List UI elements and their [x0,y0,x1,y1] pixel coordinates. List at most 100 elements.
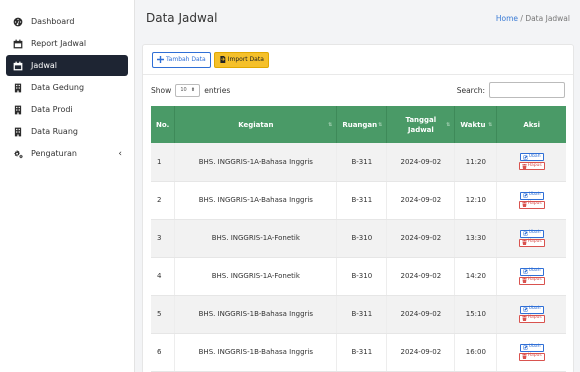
cell-no: 6 [151,333,176,372]
trash-icon [521,354,527,359]
schedule-table: No. Kegiatan ⇅ Ruangan ⇅ Tanggal Jadwal ⇅ Wa… [151,106,566,372]
cell-waktu: 14:20 [454,257,498,296]
header-label: Jadwal [407,125,434,134]
calendar-icon [12,38,24,50]
edit-label: Ubah [528,268,541,274]
column-header-tanggal-jadwal[interactable]: Tanggal Jadwal ⇅ [386,106,456,143]
sidebar-item-report-jadwal[interactable]: Report Jadwal [6,33,128,54]
cell-kegiatan: BHS. INGGRIS-1B-Bahasa Inggris [174,333,338,372]
delete-button[interactable]: Hapus [518,238,545,247]
file-import-icon [220,56,226,63]
main-content: Data Jadwal Home / Data Jadwal Tambah Da… [136,0,580,372]
cell-kegiatan: BHS. INGGRIS-1A-Bahasa Inggris [174,181,338,220]
sidebar-item-data-ruang[interactable]: Data Ruang [6,121,128,142]
cell-no: 3 [151,219,176,258]
cell-ruangan: B-311 [336,333,388,372]
delete-label: Hapus [527,277,542,283]
cell-tanggal: 2024-09-02 [386,257,456,296]
sidebar-item-data-gedung[interactable]: Data Gedung [6,77,128,98]
cell-aksi: Ubah Hapus [496,333,566,372]
search-input[interactable] [489,82,565,98]
sidebar-item-label: Data Gedung [31,83,85,92]
sidebar-item-label: Report Jadwal [31,39,87,48]
edit-button[interactable]: Ubah [519,305,544,314]
edit-button[interactable]: Ubah [519,267,544,276]
cell-aksi: Ubah Hapus [496,295,566,334]
calendar-icon [12,60,24,72]
cell-ruangan: B-310 [336,257,388,296]
sort-icon: ⇅ [378,121,383,128]
add-data-button[interactable]: Tambah Data [152,51,211,68]
sidebar-item-label: Dashboard [31,17,75,26]
edit-icon [523,269,528,274]
breadcrumb-current: Data Jadwal [525,13,570,23]
dashboard-icon [12,16,24,28]
table-controls: Show 10 ⬍ entries Search: [143,75,573,105]
delete-label: Hapus [527,315,542,321]
chevron-left-icon: ‹ [118,148,122,159]
delete-label: Hapus [527,201,542,207]
column-header-kegiatan[interactable]: Kegiatan ⇅ [174,106,338,143]
header-label: Kegiatan [238,120,274,129]
edit-button[interactable]: Ubah [519,343,544,352]
cell-no: 5 [151,295,176,334]
search-label: Search: [456,85,485,95]
sort-icon: ⇅ [488,121,493,128]
cell-no: 1 [151,143,176,182]
header-label: No. [156,120,170,129]
edit-button[interactable]: Ubah [519,229,544,238]
cell-aksi: Ubah Hapus [496,219,566,258]
delete-button[interactable]: Hapus [518,352,545,361]
edit-label: Ubah [528,344,541,350]
sidebar-item-label: Data Prodi [31,105,73,114]
sidebar-item-dashboard[interactable]: Dashboard [6,11,128,32]
entries-value: 10 [180,87,187,93]
header-label: Waktu [460,120,486,129]
column-header-no[interactable]: No. [151,106,176,143]
cell-tanggal: 2024-09-02 [386,295,456,334]
edit-button[interactable]: Ubah [519,153,544,162]
delete-label: Hapus [527,353,542,359]
column-header-ruangan[interactable]: Ruangan ⇅ [336,106,388,143]
trash-icon [521,163,527,169]
import-data-label: Import Data [227,56,264,63]
table-row: 1 BHS. INGGRIS-1A-Bahasa Inggris B-311 2024… [151,143,566,182]
cell-no: 2 [151,181,176,220]
trash-icon [521,240,527,245]
delete-button[interactable]: Hapus [518,200,545,209]
sort-icon: ⇅ [446,121,451,128]
cell-kegiatan: BHS. INGGRIS-1A-Fonetik [174,219,338,258]
trash-icon [521,316,527,321]
delete-button[interactable]: Hapus [518,276,545,285]
sidebar-item-pengaturan[interactable]: Pengaturan ‹ [6,143,128,164]
cell-waktu: 16:00 [454,333,498,372]
entries-select[interactable]: 10 ⬍ [175,83,201,97]
cell-ruangan: B-310 [336,219,388,258]
sidebar-item-jadwal[interactable]: Jadwal [6,55,128,76]
delete-label: Hapus [527,239,542,245]
building-icon [12,104,24,116]
plus-icon [157,56,164,63]
header-label: Aksi [523,120,540,129]
sidebar-item-data-prodi[interactable]: Data Prodi [6,99,128,120]
cell-tanggal: 2024-09-02 [386,333,456,372]
cell-kegiatan: BHS. INGGRIS-1B-Bahasa Inggris [174,295,338,334]
edit-label: Ubah [528,230,541,236]
cell-no: 4 [151,257,176,296]
sort-icon: ⇅ [328,121,333,128]
delete-button[interactable]: Hapus [518,162,545,171]
table-row: 5 BHS. INGGRIS-1B-Bahasa Inggris B-311 2024… [151,295,566,334]
gears-icon [12,148,24,160]
delete-button[interactable]: Hapus [518,314,545,323]
entries-label: entries [204,85,231,95]
cell-ruangan: B-311 [336,181,388,220]
edit-button[interactable]: Ubah [519,191,544,200]
edit-icon [523,155,528,160]
trash-icon [521,202,527,207]
column-header-waktu[interactable]: Waktu ⇅ [454,106,498,143]
breadcrumb-home-link[interactable]: Home [496,14,518,23]
edit-icon [523,307,528,312]
table-body: 1 BHS. INGGRIS-1A-Bahasa Inggris B-311 2024… [151,143,566,372]
cell-waktu: 11:20 [454,143,498,182]
import-data-button[interactable]: Import Data [213,51,269,68]
